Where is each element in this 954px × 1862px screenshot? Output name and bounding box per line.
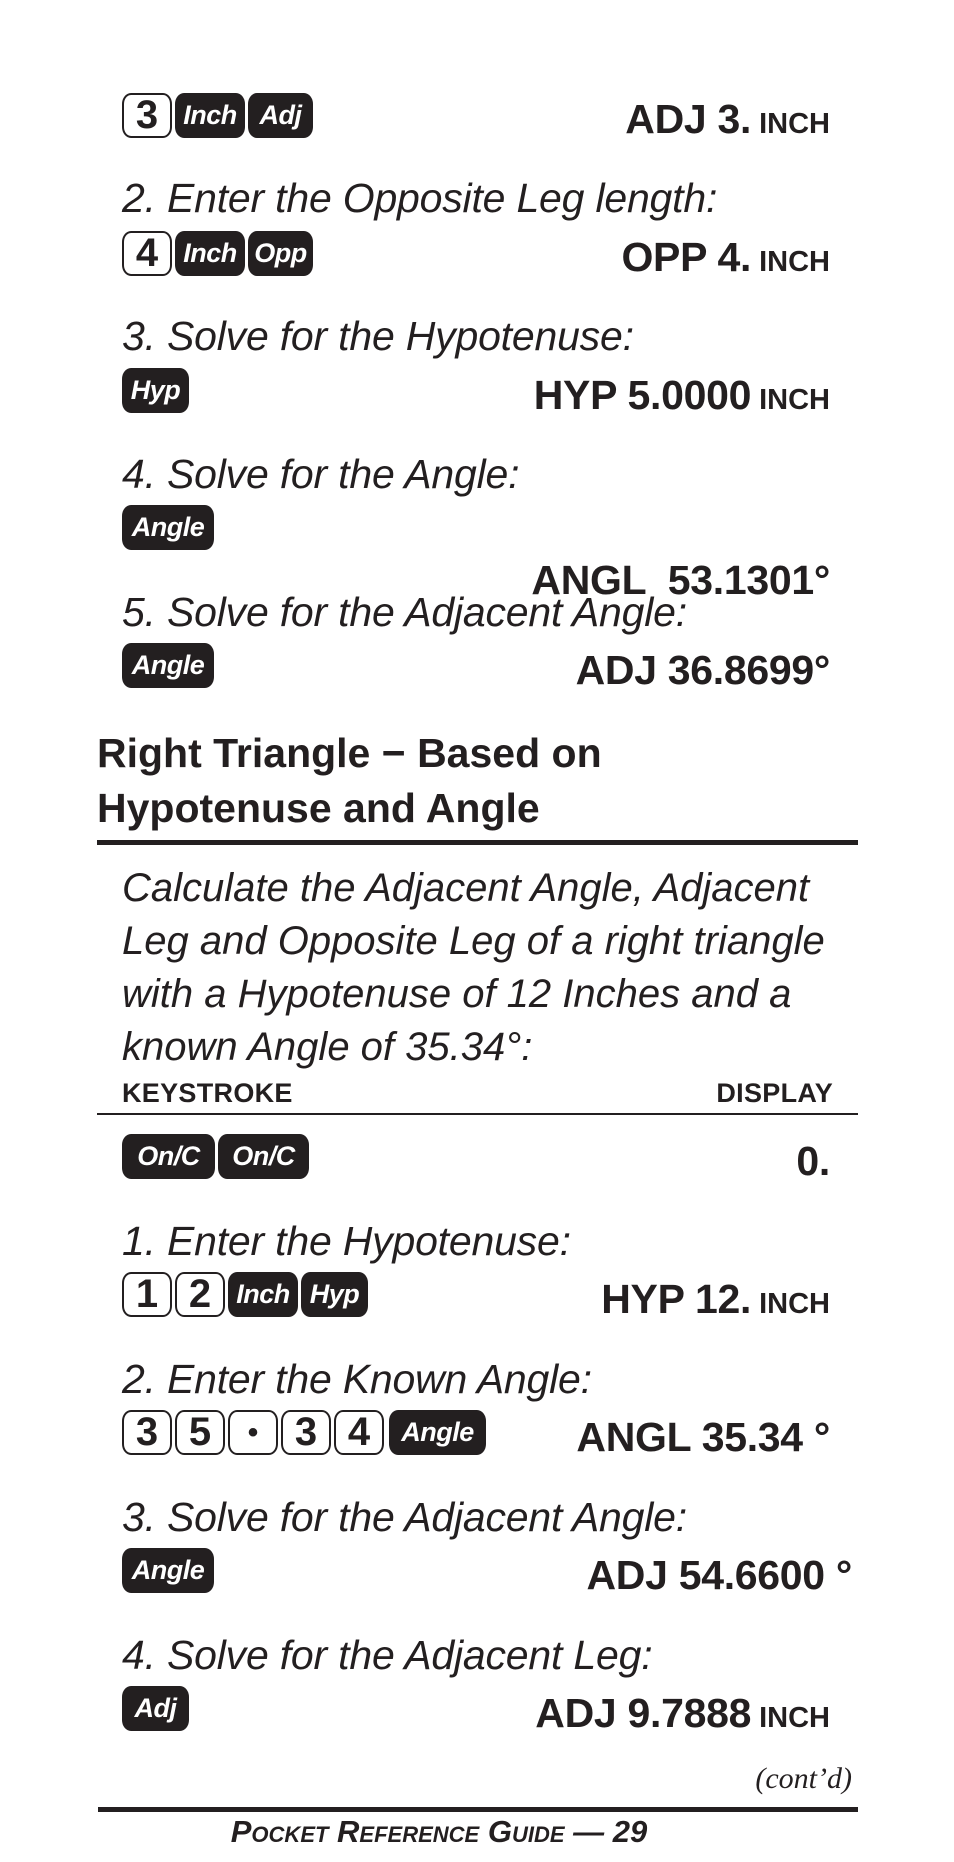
- keystroke-sequence: On/C On/C: [122, 1134, 309, 1179]
- keystroke-sequence: Angle: [122, 643, 214, 688]
- keystroke-sequence: 3 Inch Adj: [122, 93, 313, 138]
- keystroke-sequence: 3 5 • 3 4 Angle: [122, 1410, 486, 1455]
- page-footer: Pocket Reference Guide — 29: [0, 1815, 954, 1849]
- display-value: ADJ 9.7888: [535, 1690, 752, 1736]
- display-value: ADJ 36.8699°: [575, 647, 831, 693]
- section-heading-line-1: Right Triangle − Based on: [97, 730, 602, 776]
- key-on-clear: On/C: [122, 1134, 215, 1179]
- display-readout: HYP 12. INCH: [601, 1275, 830, 1328]
- display-column-header: DISPLAY: [716, 1078, 833, 1108]
- page-number: 29: [612, 1814, 648, 1849]
- keystroke-sequence: Hyp: [122, 368, 189, 413]
- description-line: Leg and Opposite Leg of a right triangle: [122, 919, 825, 963]
- display-readout: 0.: [796, 1137, 830, 1185]
- display-unit: INCH: [759, 384, 830, 416]
- key-opp: Opp: [248, 231, 313, 276]
- display-value: HYP 5.0000: [533, 372, 752, 418]
- key-inch: Inch: [228, 1272, 298, 1317]
- step-instruction: 4. Solve for the Angle:: [122, 451, 520, 497]
- description-line: known Angle of 35.34°:: [122, 1025, 533, 1069]
- footer-title: Pocket Reference Guide: [230, 1814, 565, 1849]
- description-line: with a Hypotenuse of 12 Inches and a: [122, 972, 792, 1016]
- key-4: 4: [334, 1410, 384, 1455]
- display-unit: INCH: [759, 1702, 830, 1734]
- display-readout: OPP 4. INCH: [621, 233, 830, 286]
- table-header-rule: [97, 1113, 858, 1115]
- key-decimal-point: •: [228, 1410, 278, 1455]
- display-value: OPP 4.: [621, 234, 752, 280]
- display-readout: ADJ 3. INCH: [625, 95, 830, 148]
- display-readout: HYP 5.0000 INCH: [534, 371, 830, 424]
- keystroke-sequence: Angle: [122, 505, 214, 550]
- step-instruction: 3. Solve for the Hypotenuse:: [122, 313, 634, 359]
- display-readout: ADJ 36.8699°: [575, 646, 831, 694]
- display-unit: INCH: [759, 1288, 830, 1320]
- display-value: ADJ 3.: [625, 96, 752, 142]
- display-value: ANGL 35.34 °: [576, 1414, 830, 1460]
- key-on-clear: On/C: [218, 1134, 309, 1179]
- step-instruction: 3. Solve for the Adjacent Angle:: [122, 1494, 687, 1540]
- heading-rule: [97, 840, 858, 845]
- description-line: Calculate the Adjacent Angle, Adjacent: [122, 866, 810, 910]
- display-value: HYP 12.: [601, 1276, 752, 1322]
- key-angle: Angle: [122, 643, 214, 688]
- display-unit: INCH: [759, 246, 830, 278]
- section-heading-line-2: Hypotenuse and Angle: [97, 785, 540, 831]
- display-value: 0.: [796, 1138, 830, 1184]
- key-hyp: Hyp: [301, 1272, 368, 1317]
- key-inch: Inch: [175, 93, 245, 138]
- key-angle: Angle: [122, 505, 214, 550]
- key-angle: Angle: [389, 1410, 486, 1455]
- display-readout: ADJ 9.7888 INCH: [535, 1689, 830, 1742]
- key-3: 3: [122, 93, 172, 138]
- keystroke-sequence: Angle: [122, 1548, 214, 1593]
- key-4: 4: [122, 231, 172, 276]
- step-instruction: 4. Solve for the Adjacent Leg:: [122, 1632, 653, 1678]
- keystroke-sequence: 4 Inch Opp: [122, 231, 313, 276]
- step-instruction: 2. Enter the Known Angle:: [122, 1356, 592, 1402]
- key-hyp: Hyp: [122, 368, 189, 413]
- display-unit: INCH: [759, 108, 830, 140]
- footer-separator: —: [573, 1814, 605, 1849]
- key-adj: Adj: [248, 93, 313, 138]
- display-value: ADJ 54.6600 °: [586, 1552, 852, 1598]
- continued-label: (cont’d): [755, 1762, 852, 1795]
- key-inch: Inch: [175, 231, 245, 276]
- key-3: 3: [122, 1410, 172, 1455]
- display-readout: ADJ 54.6600 °: [586, 1551, 852, 1599]
- keystroke-column-header: KEYSTROKE: [122, 1078, 293, 1108]
- key-5: 5: [175, 1410, 225, 1455]
- step-instruction: 5. Solve for the Adjacent Angle:: [122, 589, 687, 635]
- key-2: 2: [175, 1272, 225, 1317]
- key-1: 1: [122, 1272, 172, 1317]
- keystroke-sequence: 1 2 Inch Hyp: [122, 1272, 368, 1317]
- key-angle: Angle: [122, 1548, 214, 1593]
- description: Calculate the Adjacent Angle, Adjacent L…: [122, 862, 862, 1074]
- display-readout: ANGL 35.34 °: [576, 1413, 830, 1461]
- step-instruction: 1. Enter the Hypotenuse:: [122, 1218, 571, 1264]
- keystroke-sequence: Adj: [122, 1686, 189, 1731]
- key-adj: Adj: [122, 1686, 189, 1731]
- step-instruction: 2. Enter the Opposite Leg length:: [122, 175, 718, 221]
- footer-rule: [98, 1807, 858, 1812]
- key-3: 3: [281, 1410, 331, 1455]
